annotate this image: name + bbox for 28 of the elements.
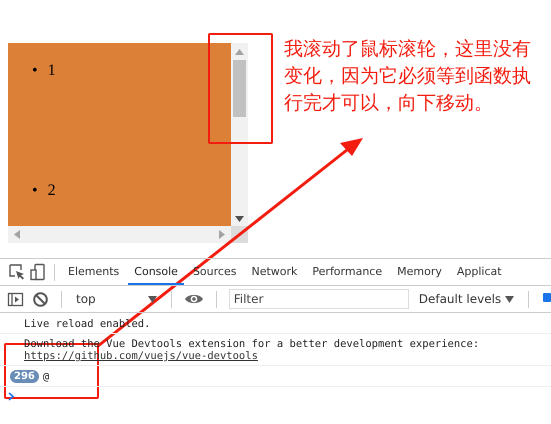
- devtools-tab[interactable]: Performance: [306, 259, 388, 285]
- bullet: •: [32, 181, 38, 201]
- scroll-down-icon[interactable]: [235, 216, 244, 222]
- filter-field[interactable]: Filter: [228, 289, 409, 309]
- levels-dropdown[interactable]: Default levels: [416, 292, 516, 306]
- inspect-icon[interactable]: [8, 263, 26, 281]
- bullet: •: [32, 61, 38, 81]
- scroll-thumb[interactable]: [233, 60, 246, 117]
- devtools-tab[interactable]: Network: [245, 259, 304, 285]
- devtools-tab[interactable]: Elements: [62, 259, 126, 285]
- dropdown-icon: [148, 296, 157, 302]
- annotation-text: 我滚动了鼠标滚轮，这里没有变化，因为它必须等到函数执行完才可以，向下移动。: [284, 37, 532, 116]
- device-icon[interactable]: [29, 263, 47, 281]
- sidebar-toggle-icon[interactable]: [7, 290, 24, 308]
- list-item: 2: [48, 181, 56, 201]
- devtools-tab[interactable]: Memory: [391, 259, 448, 285]
- eye-icon[interactable]: [184, 292, 204, 306]
- list-item: 1: [48, 61, 56, 81]
- dropdown-icon: [505, 296, 514, 303]
- prompt-icon: [8, 392, 15, 401]
- context-select[interactable]: top: [74, 292, 159, 306]
- clear-console-icon[interactable]: [32, 290, 49, 308]
- devtools-tab[interactable]: Sources: [186, 259, 242, 285]
- repeat-count-badge: 296: [10, 370, 39, 383]
- vertical-scrollbar[interactable]: [231, 43, 248, 226]
- console-message: @: [42, 370, 50, 382]
- devtools-tab[interactable]: Applicat: [450, 259, 508, 285]
- devtools-tab[interactable]: Console: [128, 259, 184, 285]
